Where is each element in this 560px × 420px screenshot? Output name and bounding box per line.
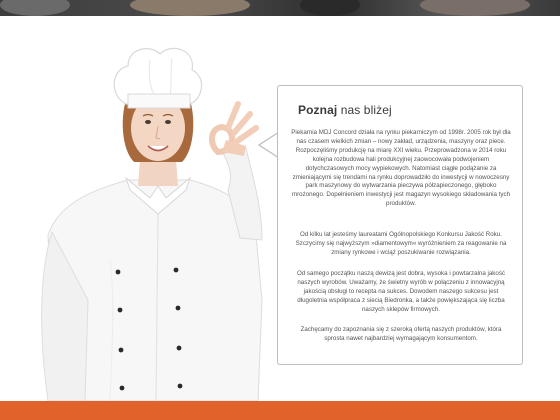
section-title-bold: Poznaj [298,103,338,117]
about-paragraph-quality: Od samego początku naszą dewizą jest dob… [296,270,506,313]
about-paragraph-award: Od kilku lat jesteśmy laureatami Ogólnop… [295,231,507,256]
about-speech-bubble: Poznaj nas bliżej Piekarnia MDJ Concord … [277,85,523,365]
section-title-rest: nas bliżej [340,103,392,117]
about-paragraph-offer: Zachęcamy do zapoznania się z szeroką of… [300,326,502,342]
section-title: Poznaj nas bliżej [298,103,392,117]
about-paragraph-history: Piekarnia MDJ Concord działa na rynku pi… [291,129,511,208]
chef-image [41,47,263,401]
footer-accent-bar [0,401,560,420]
